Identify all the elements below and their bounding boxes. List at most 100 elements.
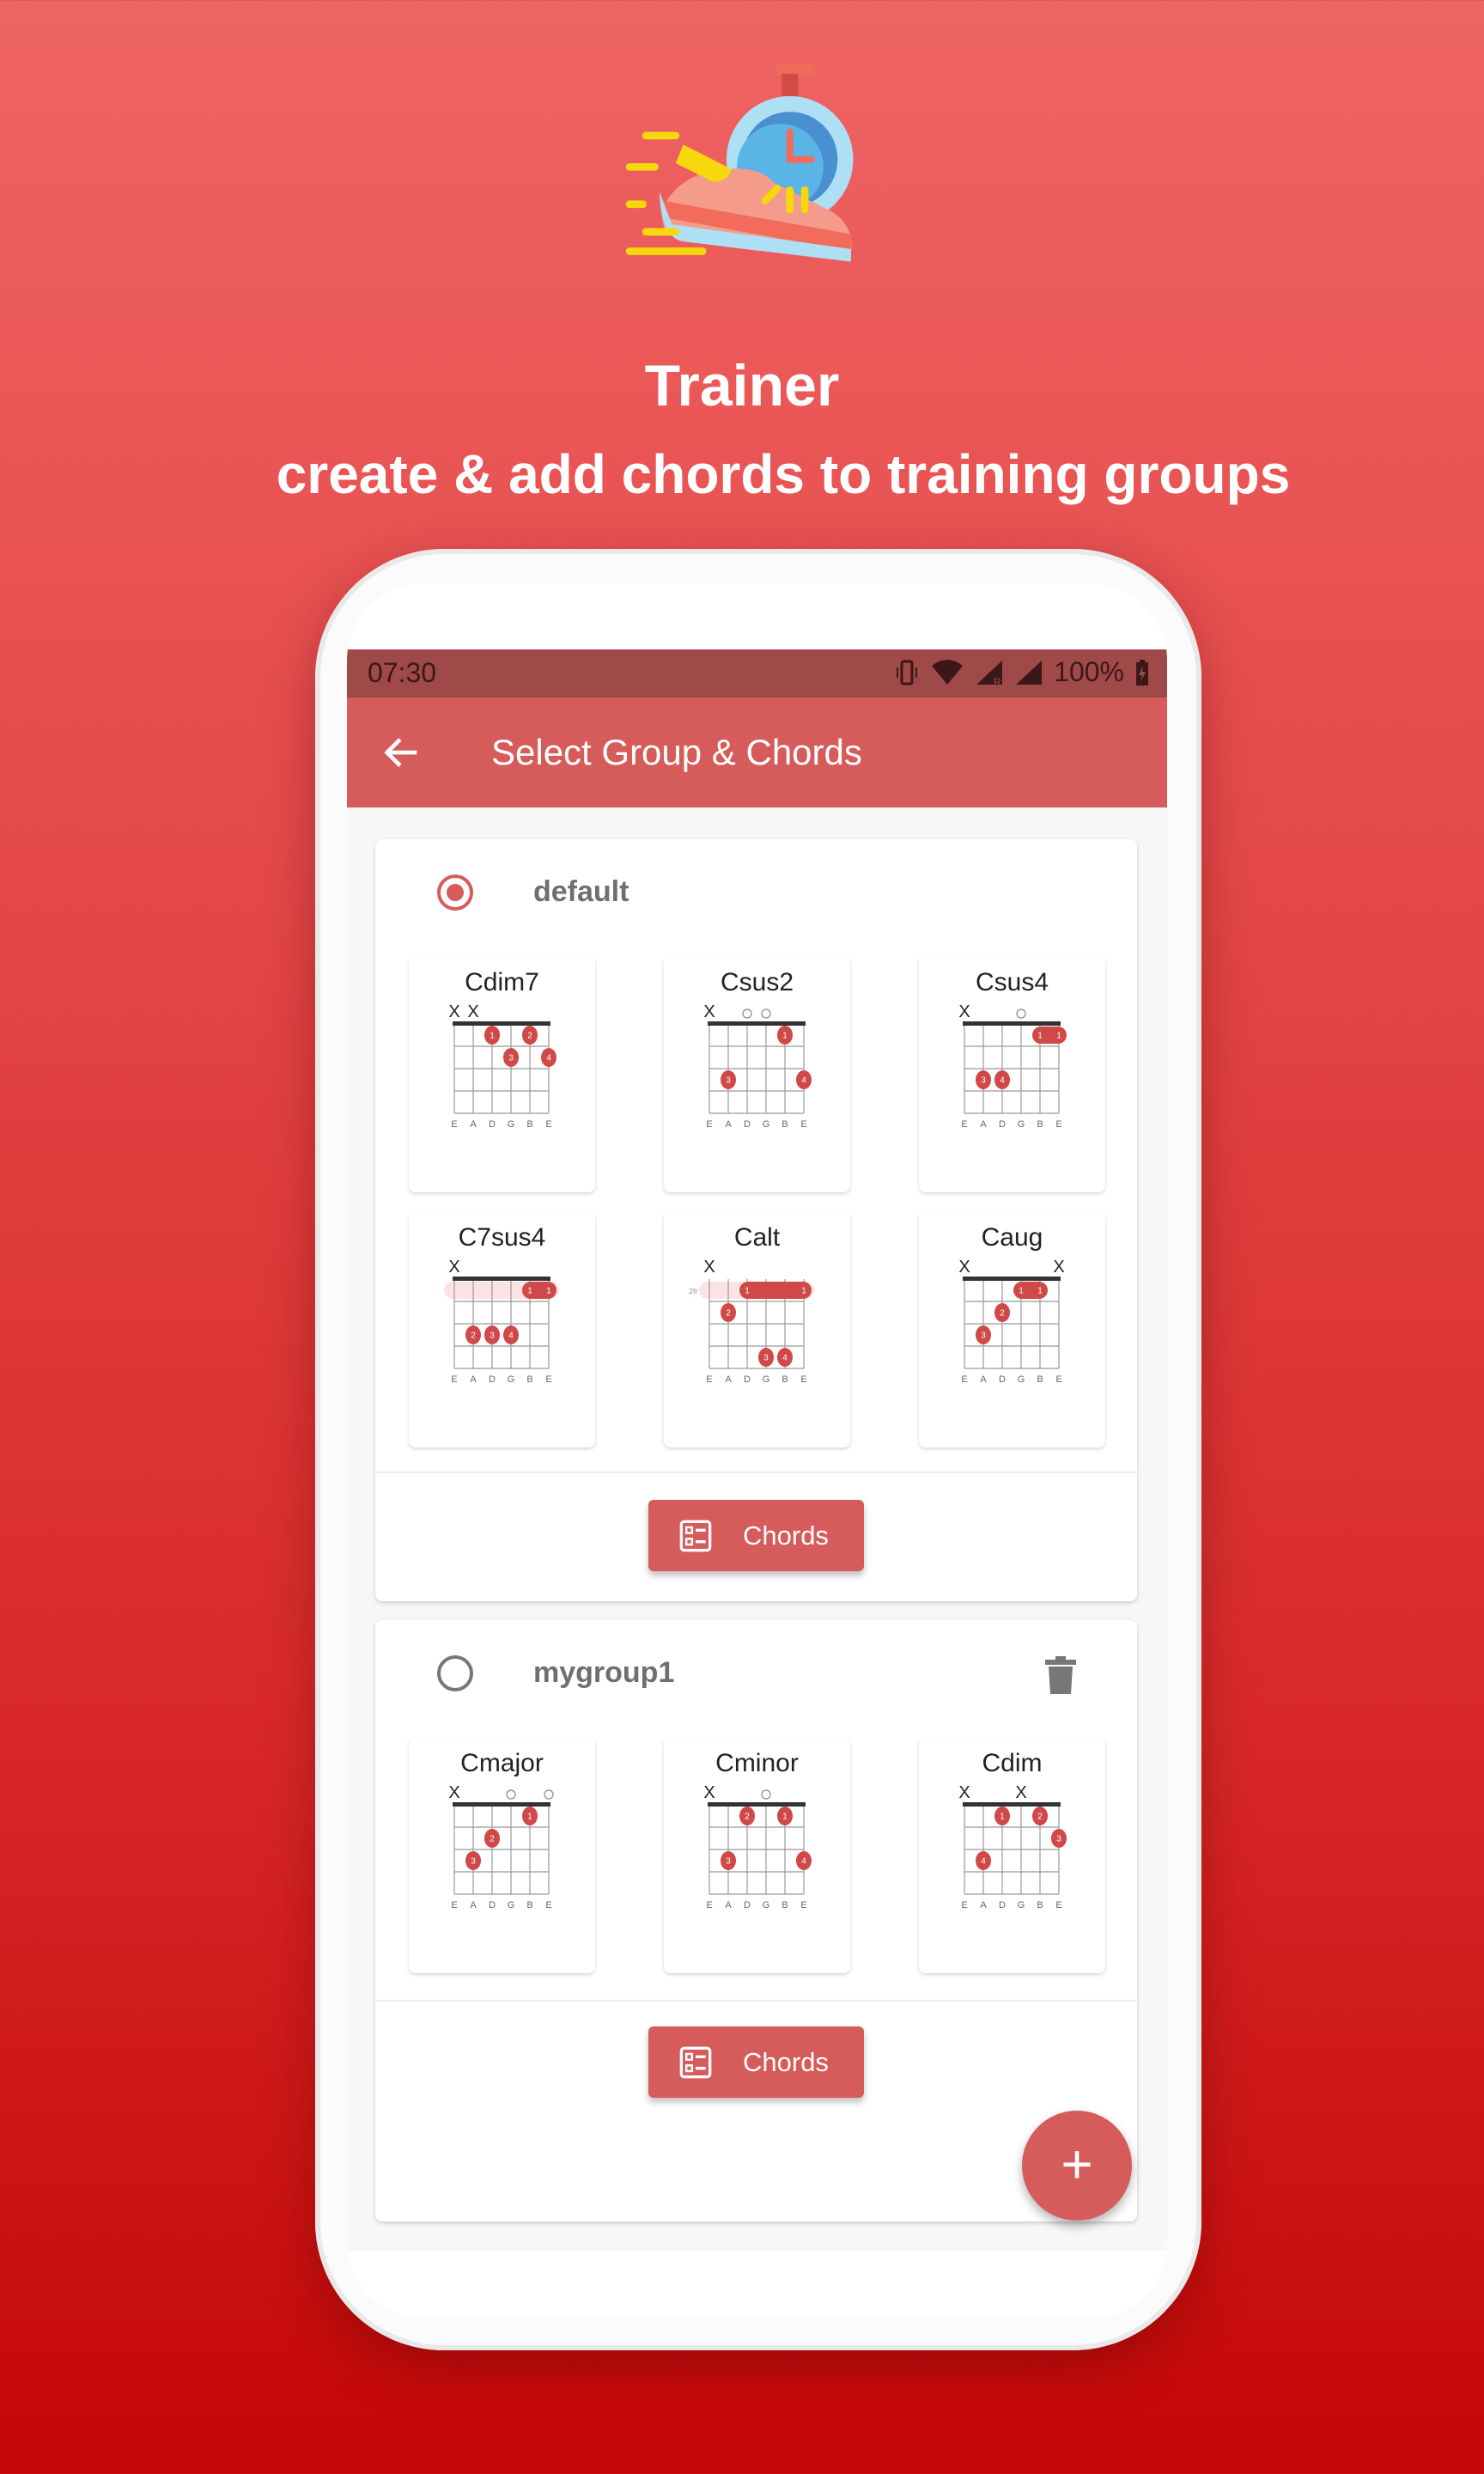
wifi-icon (932, 659, 964, 685)
string-label: E (451, 1374, 457, 1385)
open-string-marker (761, 1789, 771, 1800)
string-label: E (1055, 1374, 1061, 1385)
finger-number: 4 (546, 1054, 551, 1063)
finger-number: 1 (1037, 1032, 1043, 1041)
muted-string-marker: X (703, 1783, 715, 1802)
chord-diagram: X X 1 1 2 3 E A D G B E (958, 1258, 1064, 1385)
chord-card[interactable]: Cdim X X 1 2 3 4 E A D G B E (919, 1737, 1105, 1973)
string-label: B (782, 1900, 788, 1910)
chords-button[interactable]: Chords (648, 2026, 864, 2098)
finger-number: 2 (527, 1032, 532, 1041)
finger-number: 1 (527, 1287, 532, 1296)
battery-charging-icon (1136, 659, 1148, 686)
nut (453, 1277, 550, 1281)
group-radio-unselected[interactable] (437, 1655, 473, 1691)
finger-number: 1 (782, 1813, 788, 1822)
finger-number: 2 (490, 1835, 495, 1844)
finger-number: 1 (527, 1813, 532, 1822)
finger-number: 4 (1000, 1076, 1005, 1086)
muted-string-marker: X (448, 1002, 459, 1021)
string-label: E (545, 1119, 551, 1130)
chord-card[interactable]: C7sus4 X 1 1 2 3 4 E A D G B E (409, 1211, 595, 1447)
string-label: B (526, 1374, 532, 1385)
group-header[interactable]: default (375, 839, 1137, 942)
string-label: E (961, 1900, 967, 1910)
chord-card[interactable]: Caug X X 1 1 2 3 E A D G B E (919, 1211, 1105, 1447)
string-label: A (725, 1900, 732, 1910)
finger-number: 1 (1037, 1287, 1043, 1296)
string-label: G (1018, 1374, 1025, 1385)
finger-number: 3 (726, 1076, 731, 1086)
muted-string-marker: X (448, 1783, 459, 1802)
muted-string-marker: X (467, 1002, 478, 1021)
promo-title: Trainer (644, 353, 840, 418)
finger-number: 3 (726, 1857, 731, 1867)
group-radio-selected[interactable] (437, 874, 473, 911)
group-list[interactable]: default Cdim7 X X 1 2 3 4 E A D G B E Csus2 X 1 3 4 E A D G B E… (347, 807, 1167, 2251)
string-label: E (1055, 1119, 1061, 1130)
string-label: B (782, 1119, 788, 1130)
finger-number: 1 (782, 1032, 788, 1041)
finger-number: 2 (726, 1309, 731, 1319)
string-label: G (763, 1900, 770, 1910)
nut (963, 1277, 1061, 1281)
chord-diagram: XX 1 2 3 4 E A D GB E (448, 1002, 556, 1130)
add-group-fab[interactable]: + (1022, 2111, 1132, 2221)
group-name: default (533, 875, 629, 908)
signal-roaming-icon: R (976, 660, 1003, 686)
string-label: A (980, 1119, 987, 1130)
string-label: D (744, 1119, 751, 1130)
finger-number: 3 (763, 1354, 769, 1363)
open-string-marker (761, 1008, 771, 1019)
muted-string-marker: X (703, 1002, 715, 1021)
chord-card[interactable]: Cminor X 2 1 3 4 E A D G B E (664, 1737, 850, 1973)
chords-button[interactable]: Chords (648, 1500, 864, 1571)
string-label: D (489, 1374, 496, 1385)
string-label: A (725, 1119, 732, 1130)
divider (375, 1472, 1137, 1473)
finger-number: 3 (508, 1054, 514, 1063)
add-icon: + (1061, 2133, 1093, 2195)
string-label: B (1037, 1900, 1043, 1910)
string-label: G (1018, 1119, 1025, 1130)
arrow-back-icon[interactable] (380, 730, 424, 775)
finger-number: 3 (981, 1076, 986, 1086)
string-label: D (999, 1374, 1006, 1385)
chord-card[interactable]: Csus2 X 1 3 4 E A D G B E (664, 956, 850, 1192)
string-label: E (800, 1900, 806, 1910)
trash-icon[interactable] (1045, 1656, 1076, 1694)
muted-string-marker: X (958, 1258, 970, 1277)
group-name: mygroup1 (533, 1656, 675, 1689)
open-string-marker (506, 1789, 516, 1800)
finger-number: 1 (801, 1287, 806, 1296)
phone-screen: 07:30 R 100% Select Group & Chords defau… (347, 583, 1167, 2319)
svg-text:R: R (994, 676, 1001, 686)
finger-number: 2 (745, 1813, 750, 1822)
string-label: D (744, 1900, 751, 1910)
string-label: G (508, 1900, 515, 1910)
status-bar: 07:30 R 100% (347, 649, 1167, 698)
string-label: A (470, 1900, 477, 1910)
finger-number: 4 (782, 1354, 788, 1363)
string-label: D (744, 1374, 751, 1385)
chord-card[interactable]: Calt 2fr X 1 1 2 3 4 E A D G B E (664, 1211, 850, 1447)
open-string-marker (742, 1008, 752, 1019)
muted-string-marker: X (448, 1258, 459, 1277)
checklist-icon (679, 2046, 712, 2079)
string-label: E (961, 1374, 967, 1385)
chord-card[interactable]: Csus4 X 1 1 3 4 E A D G B E (919, 956, 1105, 1192)
string-label: A (470, 1374, 477, 1385)
string-label: G (508, 1119, 515, 1130)
string-label: B (1037, 1374, 1043, 1385)
string-label: E (1055, 1900, 1061, 1910)
string-label: D (999, 1900, 1006, 1910)
finger-number: 3 (1056, 1835, 1061, 1844)
finger-number: 2 (1000, 1309, 1005, 1319)
chord-diagram: X 1 2 3 E A D G B E (448, 1783, 554, 1910)
string-label: A (980, 1900, 987, 1910)
group-header[interactable]: mygroup1 (375, 1620, 1137, 1723)
chord-card[interactable]: Cdim7 X X 1 2 3 4 E A D G B E (409, 956, 595, 1192)
string-label: G (1018, 1900, 1025, 1910)
string-label: E (545, 1374, 551, 1385)
chord-card[interactable]: Cmajor X 1 2 3 E A D G B E (409, 1737, 595, 1973)
